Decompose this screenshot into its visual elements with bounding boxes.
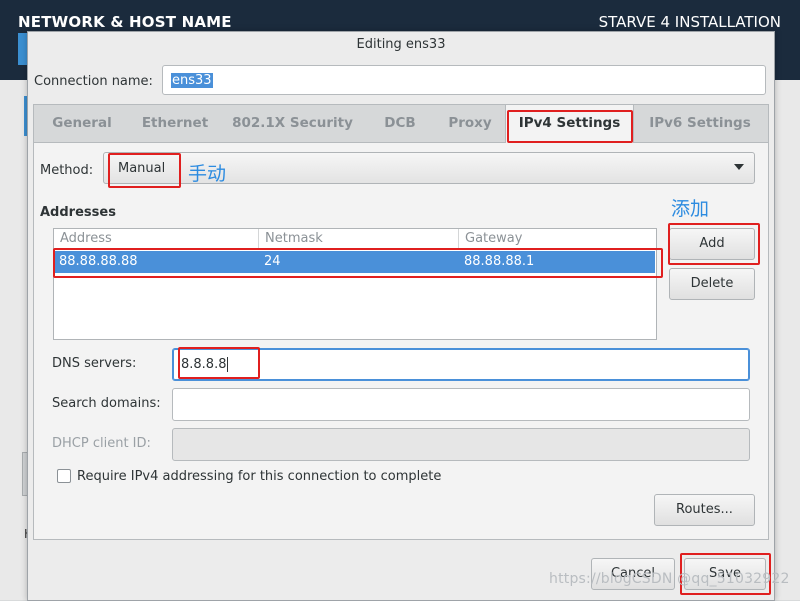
tab-8021x-security[interactable]: 802.1X Security [220, 105, 365, 142]
delete-button[interactable]: Delete [669, 268, 755, 300]
cell-netmask[interactable]: 24 [264, 254, 281, 269]
tab-general[interactable]: General [34, 105, 130, 142]
chevron-down-icon [734, 164, 744, 170]
product-title: STARVE 4 INSTALLATION [598, 13, 781, 31]
add-button[interactable]: Add [669, 228, 755, 260]
tab-ipv6-settings[interactable]: IPv6 Settings [632, 105, 768, 142]
connection-name-value: ens33 [171, 73, 213, 88]
dialog-title: Editing ens33 [356, 37, 446, 52]
connection-name-label: Connection name: [34, 74, 153, 89]
cell-gateway[interactable]: 88.88.88.1 [464, 254, 534, 269]
addresses-label: Addresses [40, 205, 116, 220]
method-label: Method: [40, 163, 94, 178]
routes-button[interactable]: Routes... [654, 494, 755, 526]
dns-servers-label: DNS servers: [52, 356, 137, 371]
method-value: Manual [118, 161, 166, 176]
addresses-table[interactable]: Address Netmask Gateway 88.88.88.88 24 8… [53, 228, 657, 340]
annotation-add-note: 添加 [671, 198, 710, 220]
edit-connection-dialog: Editing ens33 Connection name: ens33 Gen… [27, 31, 775, 601]
watermark: https://blogCSDN @qq_51032922 [549, 571, 790, 587]
dhcp-client-id-label: DHCP client ID: [52, 436, 151, 451]
tab-ethernet[interactable]: Ethernet [130, 105, 220, 142]
column-header-address[interactable]: Address [54, 229, 259, 249]
cell-address[interactable]: 88.88.88.88 [59, 254, 138, 269]
search-domains-label: Search domains: [52, 396, 161, 411]
tab-bar: General Ethernet 802.1X Security DCB Pro… [34, 105, 768, 143]
tab-proxy[interactable]: Proxy [435, 105, 505, 142]
column-header-gateway[interactable]: Gateway [459, 229, 656, 249]
tab-dcb[interactable]: DCB [365, 105, 435, 142]
tab-ipv4-settings[interactable]: IPv4 Settings [505, 105, 634, 143]
require-ipv4-checkbox[interactable] [57, 469, 71, 483]
require-ipv4-label[interactable]: Require IPv4 addressing for this connect… [77, 469, 441, 484]
connection-name-input[interactable]: ens33 [162, 65, 766, 95]
table-row[interactable]: 88.88.88.88 24 88.88.88.1 [55, 251, 655, 273]
section-title: NETWORK & HOST NAME [18, 13, 232, 31]
table-header-divider [54, 249, 656, 250]
text-cursor [227, 357, 229, 372]
dhcp-client-id-input [172, 428, 750, 461]
annotation-manual-note: 手动 [188, 163, 227, 185]
dns-servers-input[interactable]: 8.8.8.8 [172, 348, 750, 381]
search-domains-input[interactable] [172, 388, 750, 421]
column-header-netmask[interactable]: Netmask [259, 229, 459, 249]
dns-servers-value: 8.8.8.8 [181, 357, 227, 372]
